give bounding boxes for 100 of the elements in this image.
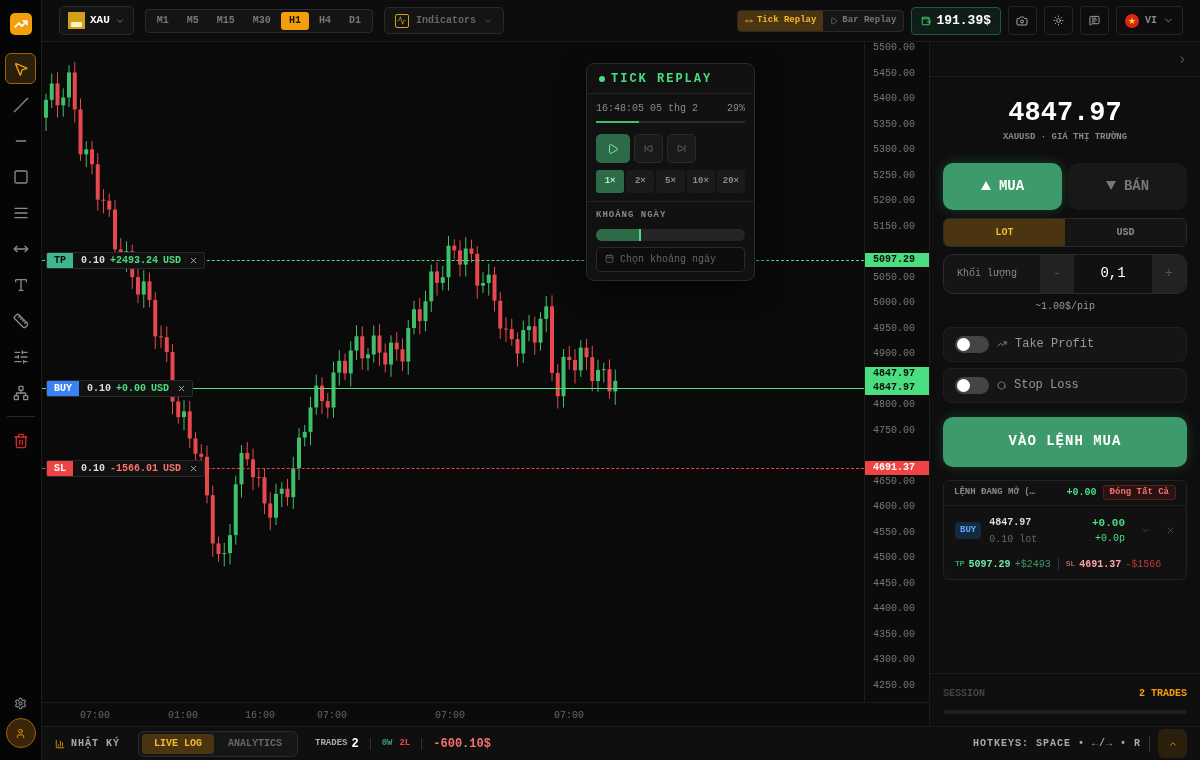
price-tick: 4500.00	[873, 552, 916, 565]
price-tick: 4600.00	[873, 501, 916, 514]
symbol-selector[interactable]: XAU	[59, 6, 134, 35]
order-pnl: -1566.01	[110, 462, 159, 476]
arrows-icon	[744, 16, 753, 25]
price-tick: 4250.00	[873, 679, 916, 692]
journal-label: NHẬT KÝ	[71, 736, 120, 751]
price-tick: 4800.00	[873, 399, 916, 412]
orders-title: LỆNH ĐANG MỞ (…	[954, 485, 1036, 499]
order-pnl: +2493.24	[110, 254, 159, 268]
trend-icon	[997, 339, 1007, 349]
speed-option[interactable]: 10×	[686, 170, 715, 193]
submit-button[interactable]: VÀO LỆNH MUA	[943, 416, 1187, 467]
order-currency: USD	[151, 382, 170, 396]
side-button[interactable]: MUA	[943, 162, 1062, 210]
side-badge: BUY	[955, 522, 982, 539]
timeframe-tab[interactable]: M1	[148, 11, 177, 30]
price-tick: 4300.00	[873, 654, 916, 667]
hexagon-icon	[997, 380, 1006, 390]
pip-value: ~1.00$/pip	[1034, 299, 1096, 314]
speed-option[interactable]: 5×	[656, 170, 685, 193]
timeframe-tab[interactable]: H1	[280, 11, 309, 30]
price-tick: 5250.00	[873, 169, 916, 182]
side-button[interactable]: BÁN	[1068, 162, 1187, 210]
market-price: 4847.97	[1007, 97, 1123, 129]
toggle-row[interactable]: Stop Loss	[943, 367, 1187, 403]
unit-tab[interactable]: USD	[1065, 218, 1186, 246]
speed-option[interactable]: 2×	[626, 170, 655, 193]
tp-label: TP	[955, 558, 965, 570]
price-tick: 4550.00	[873, 526, 916, 539]
replay-mode-tab[interactable]: Tick Replay	[737, 10, 824, 31]
play-icon	[607, 142, 619, 155]
price-tick: 5500.00	[873, 42, 916, 54]
log-tab[interactable]: LIVE LOG	[142, 733, 215, 754]
price-marker: 4847.97	[865, 381, 929, 395]
up-triangle-icon	[980, 181, 991, 191]
message-icon[interactable]	[1080, 6, 1109, 35]
timeframe-tab[interactable]: M15	[208, 11, 243, 30]
price-tick: 5000.00	[873, 297, 916, 310]
timeframe-tab[interactable]: M5	[178, 11, 207, 30]
toggle-label: Take Profit	[1015, 336, 1095, 353]
settings-icon[interactable]	[14, 697, 27, 710]
wallet-icon	[921, 15, 932, 26]
replay-time: 16:48:05 05 thg 2	[596, 102, 699, 116]
hotkeys-hint: HOTKEYS: SPACE • ←/→ • R	[972, 737, 1141, 751]
play-button[interactable]	[596, 134, 630, 163]
skip-back-icon	[644, 144, 653, 153]
logo-icon	[9, 13, 32, 35]
price-tick: 5400.00	[873, 93, 916, 106]
order-line-label[interactable]: SL 0.10 -1566.01 USD	[46, 460, 206, 477]
cursor-icon[interactable]	[5, 53, 36, 84]
indicators-button[interactable]: Indicators	[383, 7, 504, 34]
flag-icon	[1125, 13, 1139, 28]
down-triangle-icon	[1105, 181, 1116, 191]
language-selector[interactable]: VI	[1116, 6, 1183, 35]
price-tick: 5450.00	[873, 67, 916, 80]
unit-tab[interactable]: LOT	[944, 218, 1065, 246]
date-range-field[interactable]: Chọn khoảng ngày	[596, 246, 745, 272]
tp-pnl: +$2493	[1014, 557, 1051, 572]
timeframe-tab[interactable]: M30	[244, 11, 279, 30]
time-tick: 07:00	[435, 709, 465, 723]
orders-pnl: +0.00	[1066, 486, 1097, 500]
time-tick: 01:00	[168, 709, 198, 723]
order-tag: BUY	[47, 381, 79, 396]
order-line-label[interactable]: TP 0.10 +2493.24 USD	[46, 252, 206, 269]
avatar-icon[interactable]	[5, 718, 36, 748]
order-line-label[interactable]: BUY 0.10 +0.00 USD	[46, 380, 194, 397]
order-currency: USD	[163, 462, 182, 476]
price-tick: 4900.00	[873, 348, 916, 361]
close-all-button[interactable]: Đóng Tất Cả	[1102, 485, 1176, 500]
log-tab[interactable]: ANALYTICS	[216, 733, 295, 754]
order-tag: TP	[47, 253, 73, 268]
replay-mode-tab[interactable]: Bar Replay	[823, 10, 904, 31]
camera-icon[interactable]	[1008, 6, 1037, 35]
session-trades: 2 TRADES	[1139, 687, 1187, 701]
toggle-switch[interactable]	[955, 335, 989, 353]
sl-pnl: -$1566	[1125, 557, 1162, 572]
chart-bars-icon	[55, 738, 65, 749]
replay-percent: 29%	[727, 102, 745, 116]
close-icon[interactable]	[189, 464, 199, 473]
time-tick: 16:00	[245, 709, 275, 723]
time-tick: 07:00	[80, 709, 110, 723]
speed-option[interactable]: 20×	[716, 170, 745, 193]
order-lot: 0.10 lot	[989, 532, 1038, 547]
speed-option[interactable]: 1×	[596, 170, 625, 193]
price-tick: 5350.00	[873, 118, 916, 131]
order-pips: +0.0p	[1095, 532, 1125, 547]
calendar-icon	[605, 253, 614, 263]
toggle-row[interactable]: Take Profit	[943, 326, 1187, 362]
order-lot: 0.10	[81, 462, 106, 476]
price-tick: 5050.00	[873, 271, 916, 284]
sun-icon[interactable]	[1044, 6, 1073, 35]
timeframe-tab[interactable]: H4	[310, 11, 339, 30]
skip-forward-icon	[677, 144, 686, 153]
close-icon[interactable]	[177, 384, 187, 393]
order-lot: 0.10	[81, 254, 106, 268]
close-icon[interactable]	[189, 256, 199, 265]
tp-price: 5097.29	[968, 557, 1011, 572]
timeframe-tab[interactable]: D1	[340, 11, 369, 30]
toggle-switch[interactable]	[955, 376, 989, 394]
